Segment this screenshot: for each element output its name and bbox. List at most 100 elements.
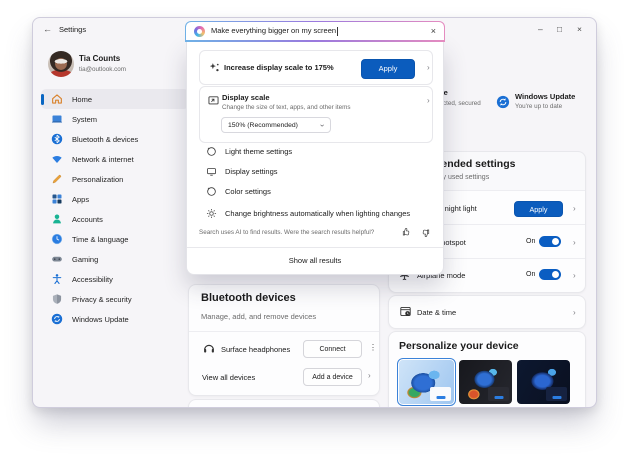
copilot-search-icon <box>194 25 205 37</box>
sidebar-item-system[interactable]: System <box>41 109 189 129</box>
sidebar-item-gaming[interactable]: Gaming <box>41 249 189 269</box>
sidebar-item-bluetooth[interactable]: Bluetooth & devices <box>41 129 189 149</box>
text-caret <box>337 26 339 36</box>
headphones-icon <box>204 344 214 353</box>
home-icon <box>52 94 62 104</box>
sidebar-item-accounts[interactable]: Accounts <box>41 209 189 229</box>
chevron-right-icon: › <box>573 204 576 213</box>
top-result-apply-button[interactable]: Apply <box>361 58 415 79</box>
airplane-toggle[interactable] <box>539 269 561 280</box>
sidebar-item-home[interactable]: Home <box>41 89 189 109</box>
gaming-icon <box>52 256 62 262</box>
search-query-text: Make everything bigger on my screen <box>211 26 337 36</box>
sidebar-item-accessibility[interactable]: Accessibility <box>41 269 189 289</box>
more-options-icon[interactable]: ⋮ <box>369 343 377 352</box>
chevron-right-icon: › <box>427 63 430 72</box>
top-result-label: Increase display scale to 175% <box>224 63 334 72</box>
view-all-devices-link[interactable]: View all devices <box>202 373 255 382</box>
personalization-icon <box>52 174 62 184</box>
sidebar-nav: Home System Bluetooth & devices Network … <box>41 89 189 329</box>
network-icon <box>52 155 62 164</box>
sidebar-item-personalization[interactable]: Personalization <box>41 169 189 189</box>
show-all-results-button[interactable]: Show all results <box>187 248 443 273</box>
theme-circle-icon <box>207 146 216 156</box>
date-time-card[interactable]: Date & time › <box>388 295 586 329</box>
search-link-label: Change brightness automatically when lig… <box>225 208 411 218</box>
search-close-icon[interactable]: × <box>431 26 436 36</box>
close-button[interactable]: × <box>577 24 582 34</box>
user-name: Tia Counts <box>79 54 121 63</box>
search-link-brightness[interactable]: Change brightness automatically when lig… <box>199 203 438 223</box>
search-link-light-theme[interactable]: Light theme settings <box>199 141 438 161</box>
sidebar-item-time-language[interactable]: Time & language <box>41 229 189 249</box>
partial-card <box>188 399 380 407</box>
search-results-panel: Increase display scale to 175% Apply › D… <box>186 42 444 275</box>
night-light-apply-button[interactable]: Apply <box>514 201 563 217</box>
apply-label: Apply <box>378 64 398 73</box>
display-scale-subtitle: Change the size of text, apps, and other… <box>222 104 351 111</box>
display-scale-title: Display scale <box>222 93 270 102</box>
search-input[interactable]: Make everything bigger on my screen <box>211 26 425 36</box>
windows-update-icon <box>51 313 63 325</box>
theme-thumbnail-blue[interactable] <box>517 360 570 404</box>
display-scale-icon <box>208 96 219 105</box>
sidebar-item-windows-update[interactable]: Windows Update <box>41 309 189 329</box>
search-link-display-settings[interactable]: Display settings <box>199 161 438 181</box>
apps-icon <box>52 194 62 204</box>
theme-thumbnail-dark[interactable] <box>459 360 512 404</box>
settings-window: ← Settings – □ × Tia Counts tia@outlook.… <box>32 17 597 408</box>
search-feedback-text: Search uses AI to find results. Were the… <box>199 229 375 236</box>
sidebar-item-privacy[interactable]: Privacy & security <box>41 289 189 309</box>
scale-dropdown[interactable]: 150% (Recommended) › <box>221 117 331 133</box>
sidebar-item-label: System <box>72 114 98 124</box>
system-icon <box>51 115 63 123</box>
apply-label: Apply <box>529 204 548 214</box>
app-title: Settings <box>59 25 87 34</box>
minimize-button[interactable]: – <box>538 24 543 34</box>
chevron-down-icon: › <box>318 123 328 127</box>
theme-preview-window <box>546 387 567 401</box>
back-icon[interactable]: ← <box>43 24 52 34</box>
windows-update-status-icon <box>496 95 510 109</box>
bluetooth-devices-card: Bluetooth devices Manage, add, and remov… <box>188 284 380 396</box>
maximize-button[interactable]: □ <box>557 24 562 34</box>
theme-preview-window <box>430 387 451 401</box>
thumbs-up-icon[interactable] <box>401 226 413 238</box>
calendar-clock-icon <box>400 306 411 317</box>
bluetooth-icon <box>51 133 63 145</box>
device-name: Surface headphones <box>221 345 291 354</box>
theme-thumbnail-light[interactable] <box>397 358 456 406</box>
display-scale-row[interactable]: Display scale Change the size of text, a… <box>199 86 433 143</box>
sidebar-item-label: Home <box>72 94 93 104</box>
hotspot-toggle[interactable] <box>539 236 561 247</box>
sidebar-item-label: Apps <box>72 194 90 204</box>
chevron-right-icon: › <box>427 96 430 105</box>
sidebar-item-label: Network & internet <box>72 154 134 164</box>
sidebar-item-label: Accounts <box>72 214 103 224</box>
sidebar-item-apps[interactable]: Apps <box>41 189 189 209</box>
add-device-label: Add a device <box>312 373 353 381</box>
personalize-card: Personalize your device <box>388 331 586 407</box>
accounts-icon <box>53 214 61 224</box>
windows-update-status-title: Windows Update <box>515 92 576 101</box>
top-result-row[interactable]: Increase display scale to 175% Apply › <box>199 50 433 85</box>
scale-dropdown-value: 150% (Recommended) <box>228 121 298 129</box>
show-all-results-label: Show all results <box>288 256 342 265</box>
thumbs-down-icon[interactable] <box>419 227 431 239</box>
monitor-icon <box>207 167 216 176</box>
search-link-label: Color settings <box>225 186 271 196</box>
sun-icon <box>206 208 217 218</box>
theme-preview-window <box>488 387 509 401</box>
accessibility-icon <box>52 274 62 285</box>
add-device-button[interactable]: Add a device <box>303 368 362 386</box>
avatar[interactable] <box>48 51 74 77</box>
bluetooth-devices-title: Bluetooth devices <box>201 292 296 304</box>
sidebar-item-label: Bluetooth & devices <box>72 134 139 144</box>
search-link-color-settings[interactable]: Color settings <box>199 181 438 201</box>
sidebar-item-network[interactable]: Network & internet <box>41 149 189 169</box>
chevron-right-icon: › <box>573 271 576 280</box>
sidebar-item-label: Privacy & security <box>72 294 132 304</box>
search-box[interactable]: Make everything bigger on my screen × <box>185 21 445 42</box>
sidebar-item-label: Personalization <box>72 174 124 184</box>
connect-button[interactable]: Connect <box>303 340 362 358</box>
